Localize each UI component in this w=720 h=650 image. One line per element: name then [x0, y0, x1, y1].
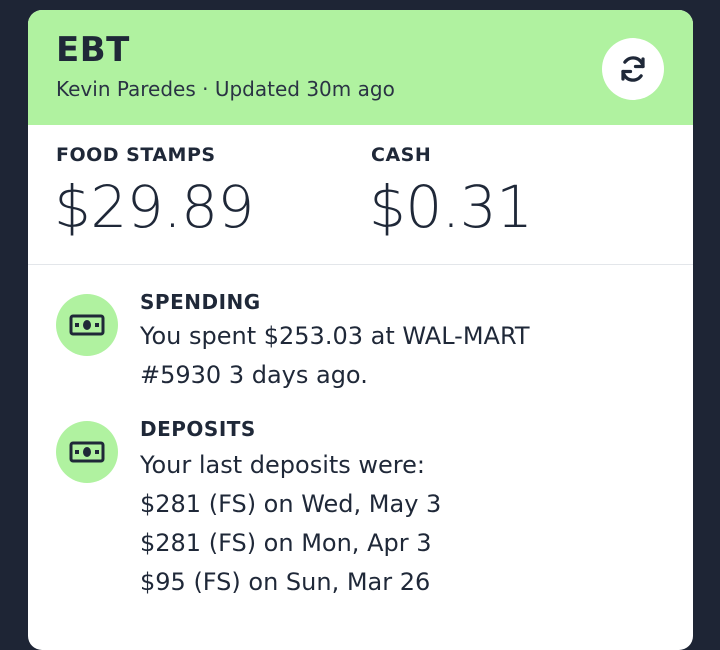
spending-text: You spent $253.03 at WAL-MART #5930 3 da… [140, 317, 660, 395]
deposits-line: Your last deposits were: [140, 451, 425, 479]
card-title: EBT [56, 30, 130, 70]
deposits-line: $281 (FS) on Wed, May 3 [140, 490, 442, 518]
deposits-icon-circle [56, 421, 118, 483]
deposits-line: $281 (FS) on Mon, Apr 3 [140, 529, 432, 557]
spending-line: You spent $253.03 at WAL-MART [140, 322, 530, 350]
card-subtitle: Kevin Paredes · Updated 30m ago [56, 77, 395, 101]
cash-icon [69, 314, 105, 336]
card-header: EBT Kevin Paredes · Updated 30m ago [28, 10, 693, 125]
spending-line: #5930 3 days ago. [140, 361, 368, 389]
spending-icon-circle [56, 294, 118, 356]
cash-balance: $0.31 [369, 173, 533, 241]
food-stamps-label: FOOD STAMPS [56, 144, 216, 166]
divider [28, 264, 693, 265]
deposits-line: $95 (FS) on Sun, Mar 26 [140, 568, 431, 596]
spending-label: SPENDING [140, 290, 261, 314]
cash-label: CASH [371, 144, 432, 166]
deposits-label: DEPOSITS [140, 417, 256, 441]
cash-icon [69, 441, 105, 463]
refresh-icon [621, 56, 645, 82]
refresh-button[interactable] [602, 38, 664, 100]
ebt-card: EBT Kevin Paredes · Updated 30m ago FOOD… [28, 10, 693, 650]
food-stamps-balance: $29.89 [54, 173, 254, 241]
deposits-text: Your last deposits were: $281 (FS) on We… [140, 446, 660, 602]
